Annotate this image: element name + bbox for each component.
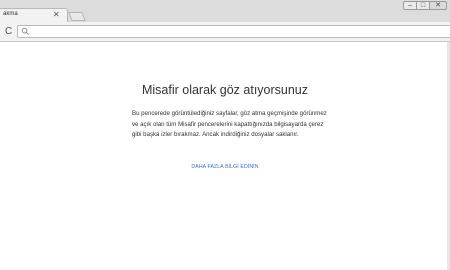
toolbar: C [0, 22, 450, 42]
guest-description: Bu pencerede görüntülediğiniz sayfalar, … [132, 110, 327, 138]
minimize-button[interactable]: – [403, 1, 417, 10]
browser-tab[interactable]: akma ✕ [0, 8, 68, 23]
address-bar[interactable] [17, 25, 450, 38]
tab-title: akma [3, 11, 18, 17]
tab-close-icon[interactable]: ✕ [53, 9, 60, 21]
learn-more-link[interactable]: DAHA FAZLA BİLGİ EDİNİN [0, 164, 450, 170]
page-title: Misafir olarak göz atıyorsunuz [141, 83, 309, 97]
search-icon [21, 27, 30, 36]
new-tab-button[interactable] [68, 12, 86, 21]
close-window-button[interactable]: ✕ [429, 1, 447, 10]
title-bar: akma ✕ – □ ✕ [0, 0, 450, 23]
maximize-button[interactable]: □ [416, 1, 430, 10]
reload-icon[interactable]: C [5, 27, 12, 37]
guest-page: Misafir olarak göz atıyorsunuz Bu pencer… [0, 42, 450, 270]
